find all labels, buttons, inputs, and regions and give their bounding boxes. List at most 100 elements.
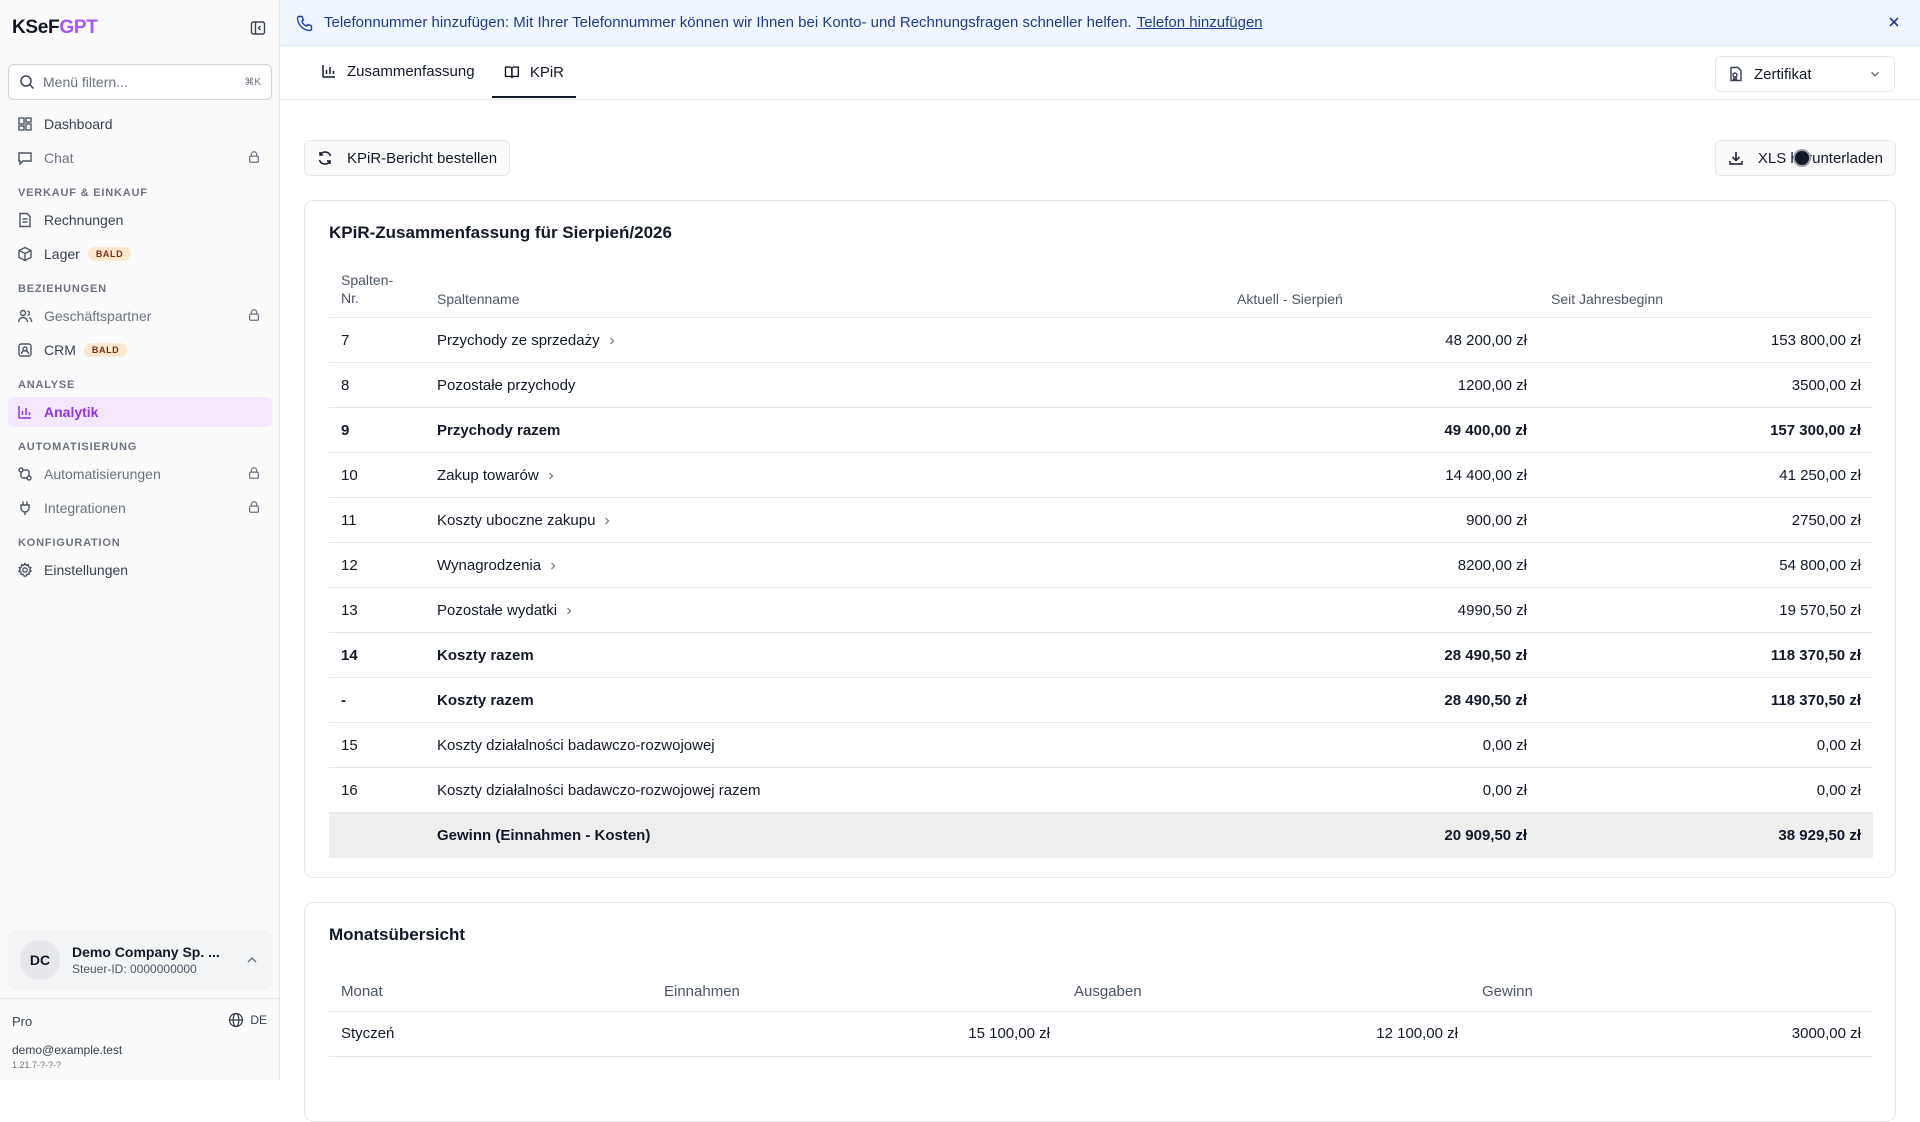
- box-icon: [17, 246, 33, 262]
- company-switcher[interactable]: DC Demo Company Sp. ... Steuer-ID: 00000…: [8, 930, 272, 990]
- close-icon[interactable]: [1886, 14, 1902, 30]
- sidebar-item-label: Einstellungen: [44, 562, 129, 578]
- sidebar: KSeFGPT ⌘K Dashboard Chat VERKAUF & EINK…: [0, 0, 280, 1080]
- kpir-summary-card: KPiR-Zusammenfassung für Sierpień/2026 S…: [304, 200, 1896, 878]
- kpir-table-body: 7 Przychody ze sprzedaży 48 200,00 zł 153 8…: [329, 317, 1873, 858]
- row-nr-text: 15: [341, 736, 358, 754]
- table-row[interactable]: 12 Wynagrodzenia 8200,00 zł 54 800,00 zł: [329, 542, 1873, 588]
- certificate-select[interactable]: Zertifikat: [1715, 56, 1895, 92]
- search-shortcut: ⌘K: [244, 76, 261, 88]
- row-current-text: 48 200,00 zł: [1445, 331, 1527, 349]
- sidebar-divider: [0, 998, 280, 999]
- row-nr: -: [329, 677, 425, 723]
- tab-label: Zusammenfassung: [347, 62, 475, 80]
- table-row[interactable]: 11 Koszty uboczne zakupu 900,00 zł 2750,00 …: [329, 497, 1873, 543]
- menu-search[interactable]: ⌘K: [8, 64, 272, 100]
- row-current: 20 909,50 zł: [1225, 812, 1539, 858]
- add-phone-link[interactable]: Telefon hinzufügen: [1137, 14, 1263, 31]
- row-name-text: Koszty działalności badawczo-rozwojowej: [437, 736, 715, 754]
- row-name: Koszty razem: [425, 677, 1225, 723]
- col-header-nr: Spalten- Nr.: [329, 271, 425, 318]
- table-row[interactable]: 7 Przychody ze sprzedaży 48 200,00 zł 153 8…: [329, 317, 1873, 363]
- monthly-overview-card: Monatsübersicht Monat Einnahmen Ausgaben…: [304, 902, 1896, 1122]
- chevron-right-icon[interactable]: [545, 470, 557, 482]
- row-current: 0,00 zł: [1225, 722, 1539, 768]
- row-current: 8200,00 zł: [1225, 542, 1539, 588]
- sidebar-item-analytik[interactable]: Analytik: [8, 397, 272, 427]
- row-name: Koszty razem: [425, 632, 1225, 678]
- mouse-cursor: [1793, 149, 1811, 167]
- row-nr: 13: [329, 587, 425, 633]
- order-report-button[interactable]: KPiR-Bericht bestellen: [304, 140, 511, 176]
- soon-badge: BALD: [83, 343, 128, 357]
- row-nr-text: 11: [341, 511, 357, 529]
- row-nr: 11: [329, 497, 425, 543]
- sidebar-collapse-icon[interactable]: [248, 18, 268, 38]
- row-current: 28 490,50 zł: [1225, 632, 1539, 678]
- row-name: Przychody razem: [425, 407, 1225, 453]
- sidebar-item-geschaeftspartner[interactable]: Geschäftspartner: [8, 301, 272, 331]
- table-row: 8 Pozostałe przychody 1200,00 zł 3500,00 zł: [329, 362, 1873, 408]
- row-current-text: 4990,50 zł: [1457, 601, 1527, 619]
- monthly-table-body: Styczeń 15 100,00 zł 12 100,00 zł 3000,00 z…: [329, 1011, 1873, 1057]
- row-name: Wynagrodzenia: [425, 542, 1225, 588]
- chevron-right-icon[interactable]: [606, 335, 618, 347]
- table-row: - Koszty razem 28 490,50 zł 118 370,50 zł: [329, 677, 1873, 723]
- row-nr-text: 13: [341, 601, 358, 619]
- row-current-text: 28 490,50 zł: [1444, 691, 1527, 709]
- sidebar-item-crm[interactable]: CRM BALD: [8, 335, 272, 365]
- section-title: VERKAUF & EINKAUF: [18, 187, 148, 199]
- col-header-month: Monat: [329, 973, 652, 1012]
- sidebar-item-label: Chat: [44, 150, 74, 166]
- row-ytd: 0,00 zł: [1539, 767, 1873, 813]
- tab-label: KPiR: [529, 63, 564, 81]
- chevron-down-icon: [1871, 71, 1879, 77]
- language-label: DE: [250, 1013, 267, 1027]
- row-current: 0,00 zł: [1225, 767, 1539, 813]
- row-ytd: 38 929,50 zł: [1539, 812, 1873, 858]
- row-nr-text: 9: [341, 421, 350, 439]
- invoice-icon: [17, 212, 33, 228]
- row-current: 48 200,00 zł: [1225, 317, 1539, 363]
- section-title: ANALYSE: [18, 379, 76, 391]
- order-report-label: KPiR-Bericht bestellen: [347, 149, 498, 167]
- sidebar-item-einstellungen[interactable]: Einstellungen: [8, 555, 272, 585]
- company-name: Demo Company Sp. ...: [72, 944, 220, 960]
- sidebar-item-dashboard[interactable]: Dashboard: [8, 109, 272, 139]
- table-row[interactable]: 13 Pozostałe wydatki 4990,50 zł 19 570,50 z…: [329, 587, 1873, 633]
- globe-icon: [229, 1012, 244, 1028]
- chevron-right-icon[interactable]: [601, 515, 613, 527]
- sidebar-item-label: Rechnungen: [44, 212, 124, 228]
- main-content: Telefonnummer hinzufügen: Mit Ihrer Tele…: [280, 0, 1920, 1122]
- row-name: Zakup towarów: [425, 452, 1225, 498]
- table-row[interactable]: 10 Zakup towarów 14 400,00 zł 41 250,00 zł: [329, 452, 1873, 498]
- row-current-text: 0,00 zł: [1482, 736, 1527, 754]
- sidebar-item-chat[interactable]: Chat: [8, 143, 272, 173]
- tab-kpir[interactable]: KPiR: [492, 48, 576, 98]
- dashboard-icon: [17, 116, 33, 132]
- chevron-right-icon[interactable]: [547, 560, 559, 572]
- row-ytd-text: 41 250,00 zł: [1779, 466, 1861, 484]
- row-nr-text: 7: [341, 331, 350, 349]
- row-current: 28 490,50 zł: [1225, 677, 1539, 723]
- avatar: DC: [20, 940, 60, 980]
- tab-zusammenfassung[interactable]: Zusammenfassung: [309, 46, 487, 96]
- sidebar-item-rechnungen[interactable]: Rechnungen: [8, 205, 272, 235]
- sidebar-item-automatisierungen[interactable]: Automatisierungen: [8, 459, 272, 489]
- row-ytd: 118 370,50 zł: [1539, 632, 1873, 678]
- row-current-text: 8200,00 zł: [1457, 556, 1527, 574]
- row-nr: 15: [329, 722, 425, 768]
- language-switcher[interactable]: DE: [228, 1012, 267, 1028]
- row-ytd: 0,00 zł: [1539, 722, 1873, 768]
- sidebar-item-integrationen[interactable]: Integrationen: [8, 493, 272, 523]
- sidebar-item-lager[interactable]: Lager BALD: [8, 239, 272, 269]
- brand-logo[interactable]: KSeFGPT: [12, 17, 98, 39]
- row-current-text: 14 400,00 zł: [1445, 466, 1527, 484]
- menu-search-input[interactable]: [43, 74, 245, 90]
- row-name: Koszty uboczne zakupu: [425, 497, 1225, 543]
- phone-banner: Telefonnummer hinzufügen: Mit Ihrer Tele…: [280, 0, 1920, 46]
- chevron-right-icon[interactable]: [563, 605, 575, 617]
- table-row: Styczeń 15 100,00 zł 12 100,00 zł 3000,00 z…: [329, 1011, 1873, 1057]
- sidebar-item-label: Integrationen: [44, 500, 126, 516]
- row-ytd-text: 54 800,00 zł: [1779, 556, 1861, 574]
